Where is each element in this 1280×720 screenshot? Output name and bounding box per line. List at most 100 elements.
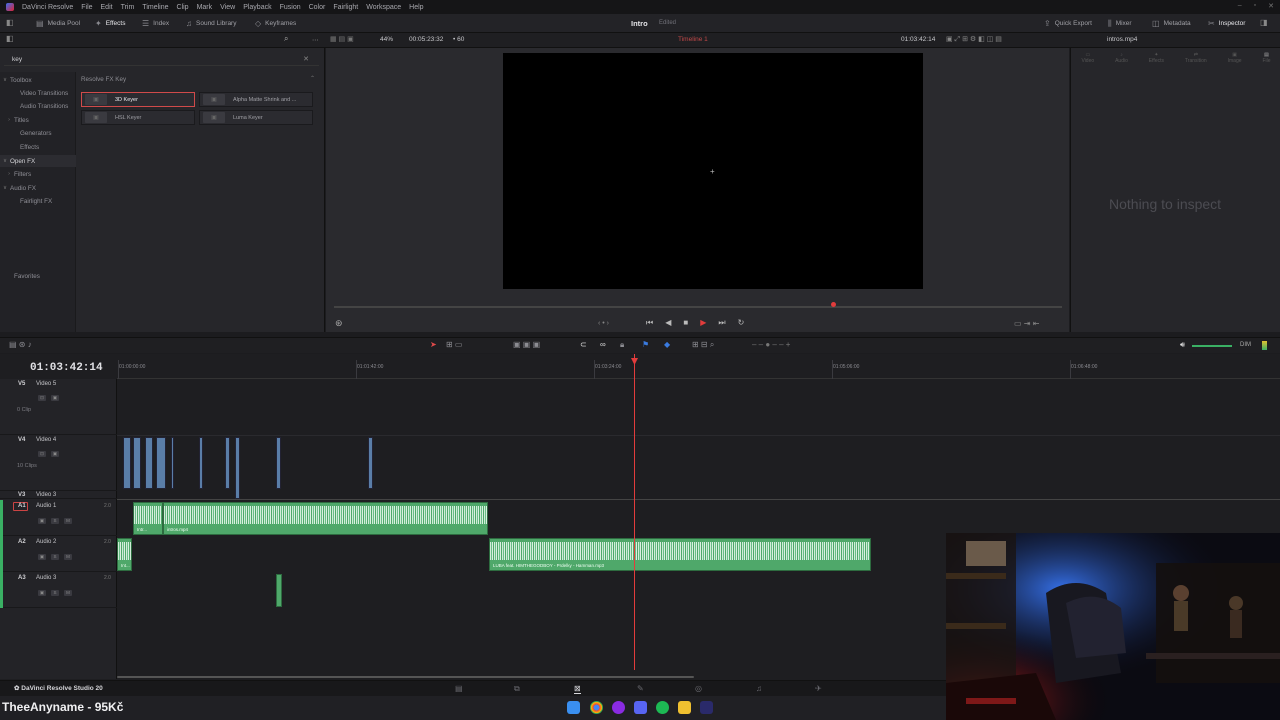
tree-item-toolbox[interactable]: ∨ Toolbox — [0, 74, 76, 86]
sidebar-icon[interactable]: ◧ — [6, 34, 14, 43]
tree-item-favorites[interactable]: Favorites — [0, 270, 76, 282]
keyframes-button[interactable]: ◇ Keyframes — [255, 14, 296, 33]
video-clip[interactable] — [225, 437, 230, 489]
quick-export-button[interactable]: ⇪ Quick Export — [1044, 14, 1092, 33]
panel-toggle-right-icon[interactable]: ◨ — [1260, 18, 1268, 27]
stop-icon[interactable]: ■ — [683, 318, 688, 328]
audio-clip[interactable]: Intr... — [133, 502, 163, 535]
menu-timeline[interactable]: Timeline — [142, 4, 168, 11]
video-preview[interactable]: + — [503, 53, 923, 289]
maximize-icon[interactable]: ▫ — [1254, 2, 1256, 10]
tree-item-effects[interactable]: Effects — [0, 141, 76, 153]
viewer-end-controls-icon[interactable]: ▭ ⇥ ⇤ — [1014, 319, 1039, 328]
track-header-a2[interactable]: A2 Audio 2 2.0 ▣ S M — [0, 536, 117, 572]
zoom-tools-icon[interactable]: ⊞ ⊟ ⌕ — [692, 340, 714, 350]
lock-track-icon[interactable]: ⊡ — [38, 451, 46, 457]
flag-icon[interactable]: ⚑ — [642, 340, 649, 349]
snapping-icon[interactable]: ⊂ — [580, 340, 587, 349]
menu-view[interactable]: View — [220, 4, 235, 11]
media-pool-button[interactable]: ▤ Media Pool — [36, 14, 80, 33]
video-clip[interactable] — [133, 437, 141, 489]
play-reverse-icon[interactable]: ◀ — [665, 318, 671, 328]
close-icon[interactable]: ✕ — [1268, 2, 1274, 10]
audio-clip[interactable]: LUBA feat. HIMTHEGODBOY - Prdelky - Hamm… — [489, 538, 871, 571]
trim-tool-icon[interactable]: ⊞ ▭ — [446, 340, 462, 349]
video-clip[interactable] — [156, 437, 166, 489]
discord-icon[interactable] — [634, 701, 647, 714]
edit-page-icon[interactable]: ⊠ — [574, 684, 581, 694]
track-header-a3[interactable]: A3 Audio 3 2.0 ▣ S M — [0, 572, 117, 608]
fx-tile-3d-keyer[interactable]: ▣ 3D Keyer — [81, 92, 195, 107]
timeline-view-options-icon[interactable]: ▤ ⊛ ♪ — [9, 340, 32, 349]
enable-track-icon[interactable]: ▣ — [38, 590, 46, 596]
menu-clip[interactable]: Clip — [177, 4, 189, 11]
menu-fairlight[interactable]: Fairlight — [333, 4, 358, 11]
play-icon[interactable]: ▶ — [700, 318, 706, 328]
selection-tool-icon[interactable]: ➤ — [430, 340, 437, 349]
enable-track-icon[interactable]: ▣ — [38, 554, 46, 560]
solo-icon[interactable]: S — [51, 590, 59, 596]
menu-mark[interactable]: Mark — [197, 4, 213, 11]
track-header-a1[interactable]: A1 Audio 1 2.0 ▣ S M — [0, 500, 117, 536]
zoom-slider[interactable]: – – ● – – + — [752, 340, 790, 349]
spotify-icon[interactable] — [656, 701, 669, 714]
audio-scrub-icon[interactable]: ⊛ — [335, 318, 343, 329]
go-to-start-icon[interactable]: ⏮ — [646, 318, 653, 328]
effects-search-input[interactable]: key ✕ — [4, 54, 319, 66]
track-header-v4[interactable]: V4 Video 4 ⊡ ▣ 10 Clips — [0, 435, 117, 491]
fx-tile-hsl-keyer[interactable]: ▣ HSL Keyer — [81, 110, 195, 125]
volume-icon[interactable]: 🔊︎ — [1180, 340, 1185, 350]
audio-clip[interactable] — [276, 574, 282, 607]
chrome-icon[interactable] — [590, 701, 603, 714]
timeline-name[interactable]: Timeline 1 — [678, 36, 708, 43]
fx-tile-luma-keyer[interactable]: ▣ Luma Keyer — [199, 110, 313, 125]
menu-help[interactable]: Help — [409, 4, 423, 11]
tree-item-filters[interactable]: › Filters — [0, 168, 76, 180]
menu-color[interactable]: Color — [309, 4, 326, 11]
video-clip[interactable] — [123, 437, 131, 489]
tree-item-audio-fx[interactable]: ∨ Audio FX — [0, 182, 76, 194]
mixer-button[interactable]: ⫼ Mixer — [1108, 14, 1132, 33]
collapse-group-icon[interactable]: ⌃ — [310, 75, 315, 82]
tree-item-generators[interactable]: Generators — [0, 127, 76, 139]
zoom-level[interactable]: 44% — [380, 36, 393, 43]
color-page-icon[interactable]: ◎ — [695, 684, 702, 693]
effects-button[interactable]: ✦ Effects — [95, 14, 125, 33]
timeline-ruler[interactable]: 01:00:00:00 01:01:42:00 01:03:24:00 01:0… — [117, 360, 1280, 379]
view-mode-icon[interactable]: ▦ ▤ ▣ — [330, 35, 354, 43]
sound-library-button[interactable]: ♫ Sound Library — [186, 14, 236, 33]
go-to-end-icon[interactable]: ⏭ — [718, 318, 725, 328]
fx-tile-alpha-matte-shrink[interactable]: ▣ Alpha Matte Shrink and ... — [199, 92, 313, 107]
fusion-page-icon[interactable]: ✎ — [637, 684, 644, 693]
loop-icon[interactable]: ↻ — [738, 318, 745, 328]
scrubber-playhead[interactable] — [831, 302, 836, 307]
file-explorer-icon[interactable] — [678, 701, 691, 714]
solo-icon[interactable]: S — [51, 554, 59, 560]
minimize-icon[interactable]: – — [1238, 2, 1242, 10]
audio-clip[interactable]: Int... — [117, 538, 132, 571]
timeline-scrollbar[interactable] — [117, 676, 694, 678]
mute-icon[interactable]: M — [64, 590, 72, 596]
menu-fusion[interactable]: Fusion — [280, 4, 301, 11]
video-clip[interactable] — [235, 437, 240, 499]
dim-button[interactable]: DIM — [1240, 342, 1251, 348]
menu-workspace[interactable]: Workspace — [366, 4, 401, 11]
track-header-v5[interactable]: V5 Video 5 ⊡ ▣ 0 Clip — [0, 379, 117, 435]
media-page-icon[interactable]: ▤ — [455, 684, 463, 693]
volume-slider[interactable] — [1192, 345, 1232, 347]
tree-item-audio-transitions[interactable]: Audio Transitions — [0, 100, 76, 112]
tree-item-fairlight-fx[interactable]: Fairlight FX — [0, 195, 76, 207]
audio-clip[interactable]: intros.mp4 — [163, 502, 488, 535]
search-icon[interactable]: ⌕ — [284, 34, 288, 44]
video-clip[interactable] — [145, 437, 153, 489]
more-options-icon[interactable]: ⋯ — [312, 36, 319, 44]
cut-page-icon[interactable]: ⧉ — [514, 684, 520, 694]
mute-icon[interactable]: M — [64, 518, 72, 524]
lock-track-icon[interactable]: ⊡ — [38, 395, 46, 401]
video-clip[interactable] — [276, 437, 281, 489]
viewer-options-icon[interactable]: ▣ ⤢ ⊞ ⚙ ◧ ◫ ▤ — [946, 35, 1002, 44]
marker-icon[interactable]: ◆ — [664, 340, 670, 349]
fairlight-page-icon[interactable]: ♫ — [756, 684, 762, 693]
video-clip[interactable] — [171, 437, 174, 489]
tree-item-titles[interactable]: › Titles — [0, 114, 76, 126]
